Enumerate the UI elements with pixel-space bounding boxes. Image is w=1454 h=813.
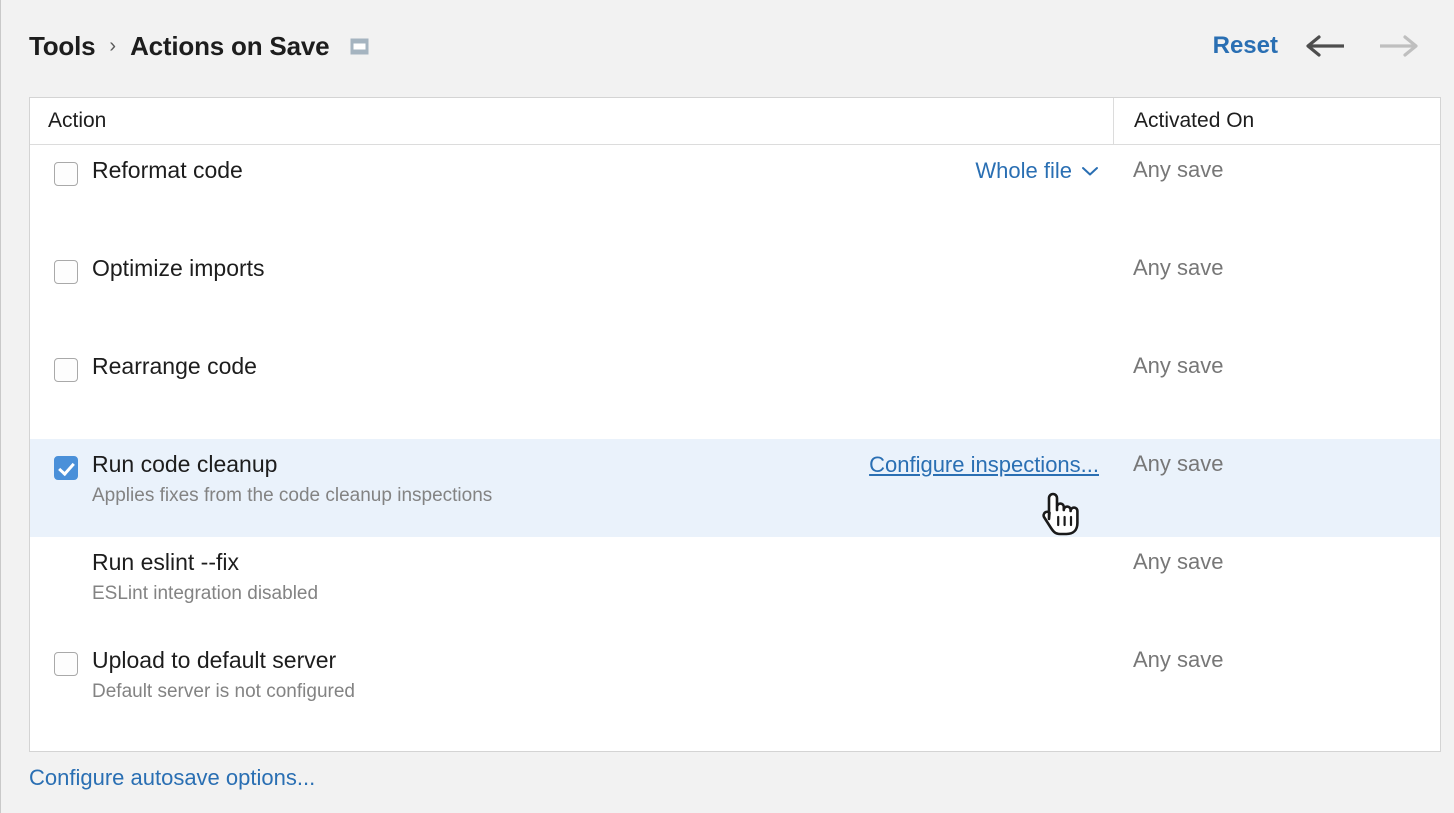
row-activated-on[interactable]: Any save	[1113, 341, 1440, 379]
action-description: Default server is not configured	[92, 681, 1113, 703]
checkbox-rearrange-code[interactable]	[54, 358, 78, 382]
row-labels: Rearrange code	[92, 353, 1113, 380]
breadcrumb-separator: ›	[109, 35, 116, 58]
row-trailing: Configure inspections...	[869, 452, 1099, 478]
configure-autosave-options-link[interactable]: Configure autosave options...	[29, 765, 315, 791]
action-title: Reformat code	[92, 157, 1113, 184]
chevron-down-icon	[1081, 165, 1099, 177]
action-description: Applies fixes from the code cleanup insp…	[92, 485, 1113, 507]
row-activated-on[interactable]: Any save	[1113, 439, 1440, 477]
settings-panel: Tools › Actions on Save Reset	[0, 0, 1454, 813]
row-action-cell: Upload to default server Default server …	[30, 635, 1113, 703]
row-activated-on[interactable]: Any save	[1113, 635, 1440, 673]
breadcrumb-parent[interactable]: Tools	[29, 31, 95, 62]
scope-select-reformat-code[interactable]: Whole file	[975, 158, 1099, 184]
reset-button[interactable]: Reset	[1213, 32, 1278, 60]
table-row[interactable]: Rearrange code Any save	[30, 341, 1440, 439]
breadcrumb: Tools › Actions on Save	[29, 31, 1213, 62]
actions-on-save-table: Action Activated On Reformat code Whole …	[29, 97, 1441, 752]
scope-select-value: Whole file	[975, 158, 1072, 184]
action-title: Optimize imports	[92, 255, 1113, 282]
row-activated-on[interactable]: Any save	[1113, 243, 1440, 281]
panel-header: Tools › Actions on Save Reset	[1, 0, 1454, 92]
table-row-selected[interactable]: Run code cleanup Applies fixes from the …	[30, 439, 1440, 537]
row-activated-on[interactable]: Any save	[1113, 145, 1440, 183]
table-header-row: Action Activated On	[30, 98, 1440, 145]
action-description: ESLint integration disabled	[92, 583, 1113, 605]
row-action-cell: Run code cleanup Applies fixes from the …	[30, 439, 1113, 507]
row-action-cell: Rearrange code	[30, 341, 1113, 382]
window-frame-icon	[349, 37, 369, 55]
checkbox-reformat-code[interactable]	[54, 162, 78, 186]
column-header-activated-on[interactable]: Activated On	[1113, 98, 1440, 144]
checkbox-run-code-cleanup[interactable]	[54, 456, 78, 480]
checkbox-placeholder-run-eslint-fix	[54, 554, 78, 578]
row-trailing: Whole file	[975, 158, 1099, 184]
row-action-cell: Run eslint --fix ESLint integration disa…	[30, 537, 1113, 605]
row-labels: Run eslint --fix ESLint integration disa…	[92, 549, 1113, 605]
table-row[interactable]: Optimize imports Any save	[30, 243, 1440, 341]
row-action-cell: Optimize imports	[30, 243, 1113, 284]
row-labels: Upload to default server Default server …	[92, 647, 1113, 703]
column-header-action[interactable]: Action	[30, 98, 1113, 144]
table-row[interactable]: Reformat code Whole file An	[30, 145, 1440, 243]
action-title: Rearrange code	[92, 353, 1113, 380]
row-activated-on[interactable]: Any save	[1113, 537, 1440, 575]
header-actions: Reset	[1213, 26, 1426, 66]
action-title: Upload to default server	[92, 647, 1113, 674]
configure-inspections-link[interactable]: Configure inspections...	[869, 452, 1099, 478]
action-title: Run eslint --fix	[92, 549, 1113, 576]
checkbox-upload-to-default-server[interactable]	[54, 652, 78, 676]
table-row[interactable]: Run eslint --fix ESLint integration disa…	[30, 537, 1440, 635]
breadcrumb-current: Actions on Save	[130, 31, 329, 62]
arrow-left-icon[interactable]	[1298, 26, 1352, 66]
table-body: Reformat code Whole file An	[30, 145, 1440, 733]
checkbox-optimize-imports[interactable]	[54, 260, 78, 284]
table-row[interactable]: Upload to default server Default server …	[30, 635, 1440, 733]
row-action-cell: Reformat code Whole file	[30, 145, 1113, 186]
row-labels: Optimize imports	[92, 255, 1113, 282]
row-labels: Reformat code	[92, 157, 1113, 184]
arrow-right-icon[interactable]	[1372, 26, 1426, 66]
